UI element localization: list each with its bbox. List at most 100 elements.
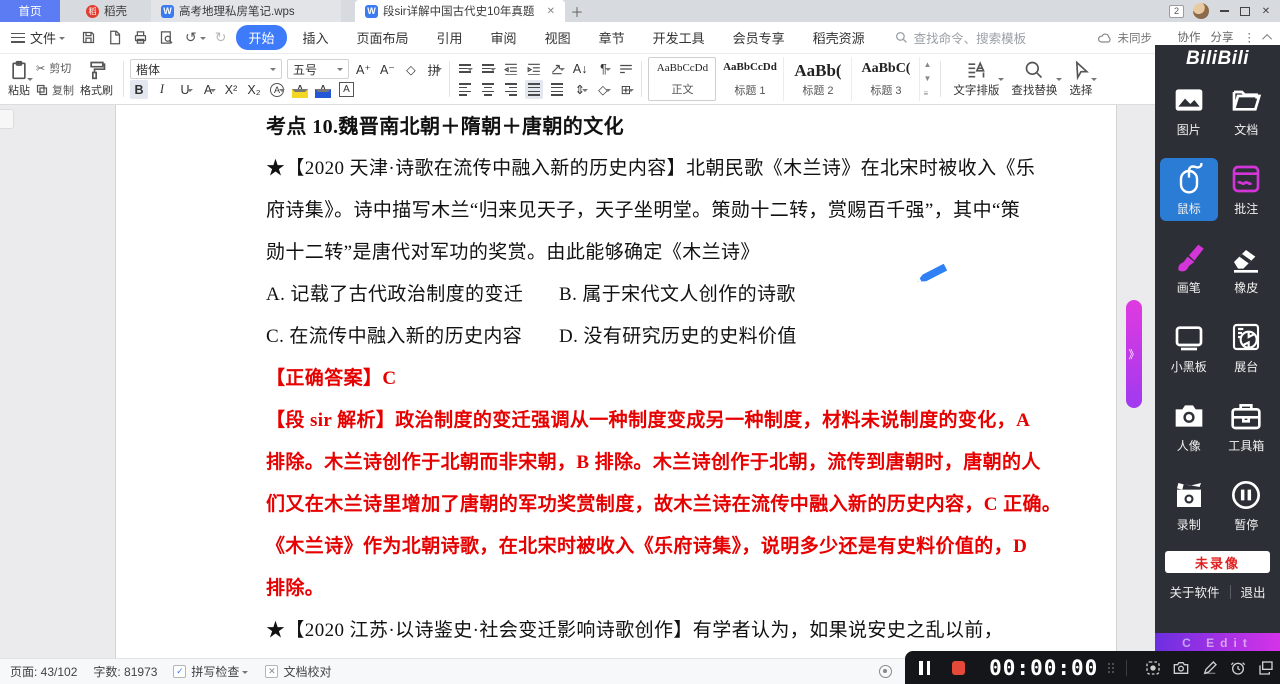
bili-tool-pause[interactable]: 暂停	[1218, 474, 1276, 537]
paste-button[interactable]: 粘贴	[4, 57, 34, 101]
bili-tool-mouse[interactable]: 鼠标	[1160, 158, 1218, 221]
align-right-icon[interactable]	[502, 80, 520, 99]
highlight-color-button[interactable]: A	[291, 80, 309, 99]
drag-grip[interactable]	[1108, 662, 1115, 673]
stop-recording-icon[interactable]	[952, 660, 966, 675]
side-panel-nub[interactable]	[0, 109, 14, 129]
command-search[interactable]: 查找命令、搜索模板	[895, 28, 1026, 47]
about-software-link[interactable]: 关于软件	[1169, 582, 1219, 601]
font-name-combo[interactable]: 楷体	[130, 59, 282, 79]
doc-proof-toggle[interactable]: ✕ 文档校对	[265, 663, 331, 680]
borders-icon[interactable]: ⊞	[617, 80, 635, 99]
new-tab-button[interactable]: ＋	[565, 0, 589, 22]
format-painter-button[interactable]: 格式刷	[76, 57, 117, 101]
assistant-icon[interactable]	[879, 665, 892, 678]
subscript-button[interactable]: X₂	[245, 80, 263, 99]
pinyin-guide-button[interactable]: 拼	[425, 60, 443, 79]
grow-font-button[interactable]: A⁺	[354, 60, 373, 79]
bili-tool-document[interactable]: 文档	[1218, 79, 1276, 142]
bili-tool-annotate[interactable]: 批注	[1218, 158, 1276, 221]
increase-indent-icon[interactable]	[525, 59, 543, 78]
style-heading-2[interactable]: AaBb(标题 2	[784, 57, 853, 101]
copy-button[interactable]: 复制	[36, 82, 74, 98]
document-page[interactable]: 考点 10.魏晋南北朝＋隋朝＋唐朝的文化 ★【2020 天津·诗歌在流传中融入新…	[115, 105, 1117, 658]
bili-tool-eraser[interactable]: 橡皮	[1218, 237, 1276, 300]
ribbon-tab-insert[interactable]: 插入	[291, 25, 341, 50]
char-border-button[interactable]: A	[199, 80, 217, 99]
screenshot-camera-icon[interactable]	[1167, 660, 1195, 676]
ribbon-tab-view[interactable]: 视图	[533, 25, 583, 50]
undo-icon[interactable]: ↺	[185, 29, 207, 46]
tab-settings-icon[interactable]	[617, 59, 635, 78]
paragraph-shading-icon[interactable]: ◇	[594, 80, 612, 99]
share-button[interactable]: 分享	[1211, 29, 1234, 45]
bili-tool-portrait[interactable]: 人像	[1160, 395, 1218, 458]
timer-clock-icon[interactable]	[1224, 660, 1252, 676]
ribbon-tab-page-layout[interactable]: 页面布局	[345, 25, 421, 50]
more-menu-icon[interactable]: ⋮	[1244, 30, 1256, 44]
superscript-button[interactable]: X²	[222, 80, 240, 99]
recording-status-button[interactable]: 未录像	[1165, 551, 1270, 573]
bili-tool-brush[interactable]: 画笔	[1160, 237, 1218, 300]
window-switch-icon[interactable]	[1252, 660, 1280, 676]
maximize-button[interactable]	[1239, 5, 1251, 17]
ribbon-tab-references[interactable]: 引用	[425, 25, 475, 50]
line-spacing-icon[interactable]: ⇕	[571, 80, 589, 99]
sort-icon[interactable]: A↓	[571, 59, 590, 78]
char-shading-button[interactable]: A	[337, 80, 356, 99]
shrink-font-button[interactable]: A⁻	[378, 60, 397, 79]
ribbon-tab-daoke-resources[interactable]: 稻壳资源	[801, 25, 877, 50]
tab-daoke[interactable]: 稻 稻壳	[76, 0, 137, 22]
select-button[interactable]: 选择	[1063, 57, 1098, 101]
align-left-icon[interactable]	[456, 80, 474, 99]
exit-link[interactable]: 退出	[1241, 582, 1266, 601]
style-heading-1[interactable]: AaBbCcDd 标题 1	[716, 57, 785, 101]
enclosed-char-button[interactable]: A	[268, 80, 286, 99]
ribbon-tab-developer[interactable]: 开发工具	[641, 25, 717, 50]
scale-text-icon[interactable]	[548, 59, 566, 78]
distribute-icon[interactable]	[548, 80, 566, 99]
export-pdf-icon[interactable]	[106, 29, 123, 46]
sync-status[interactable]: 未同步	[1097, 30, 1152, 46]
bold-button[interactable]: B	[130, 80, 148, 99]
style-heading-3[interactable]: AaBbC(标题 3	[852, 57, 921, 101]
clear-format-icon[interactable]: ◇	[402, 60, 420, 79]
font-color-button[interactable]: A	[314, 80, 332, 99]
panel-expand-handle[interactable]: 》	[1126, 300, 1142, 408]
bili-tool-blackboard[interactable]: 小黑板	[1160, 316, 1218, 379]
align-center-icon[interactable]	[479, 80, 497, 99]
style-gallery-scroll[interactable]: ▲ ▼ ≡	[920, 57, 934, 101]
tab-doc-history[interactable]: W 段sir详解中国古代史10年真题 ✕	[355, 0, 565, 22]
style-normal[interactable]: AaBbCcDd 正文	[648, 57, 717, 101]
tab-home[interactable]: 首页	[0, 0, 60, 22]
user-avatar[interactable]	[1193, 3, 1209, 19]
ribbon-tab-home[interactable]: 开始	[236, 25, 287, 50]
close-window-button[interactable]: ✕	[1260, 5, 1272, 17]
italic-button[interactable]: I	[153, 80, 171, 99]
close-tab-icon[interactable]: ✕	[547, 6, 555, 17]
print-preview-icon[interactable]	[158, 29, 175, 46]
pause-recording-icon[interactable]	[919, 660, 930, 675]
collab-button[interactable]: 协作	[1178, 29, 1201, 45]
bullet-list-icon[interactable]	[456, 59, 474, 78]
redo-icon[interactable]: ↻	[215, 29, 227, 46]
justify-icon[interactable]	[524, 80, 543, 99]
ribbon-tab-member[interactable]: 会员专享	[721, 25, 797, 50]
ribbon-tab-review[interactable]: 审阅	[479, 25, 529, 50]
font-size-combo[interactable]: 五号	[287, 59, 349, 79]
bili-tool-record[interactable]: 录制	[1160, 474, 1218, 537]
collapse-ribbon-icon[interactable]	[1262, 33, 1273, 44]
spell-check-toggle[interactable]: ✓ 拼写检查	[173, 663, 249, 680]
file-menu[interactable]: 文件	[30, 28, 66, 47]
underline-button[interactable]: U	[176, 80, 194, 99]
bili-tool-stage[interactable]: 展台	[1218, 316, 1276, 379]
ribbon-tab-section[interactable]: 章节	[587, 25, 637, 50]
cut-button[interactable]: ✂ 剪切	[36, 60, 74, 76]
draw-pen-icon[interactable]	[1196, 660, 1224, 676]
bili-tool-toolbox[interactable]: 工具箱	[1218, 395, 1276, 458]
minimize-button[interactable]	[1218, 5, 1230, 17]
record-region-icon[interactable]	[1139, 660, 1167, 676]
print-icon[interactable]	[132, 29, 149, 46]
tab-doc-geography[interactable]: W 高考地理私房笔记.wps	[151, 0, 341, 22]
paragraph-mark-icon[interactable]: ¶	[594, 59, 612, 78]
